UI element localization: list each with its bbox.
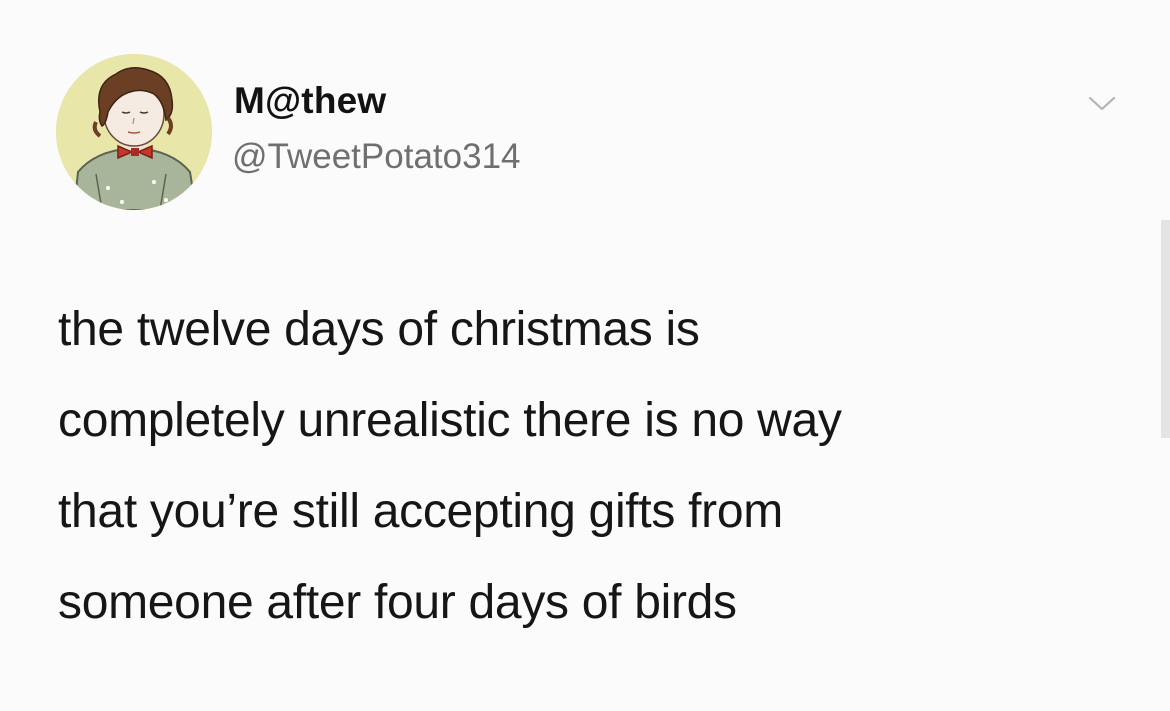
tweet-card: M@thew @TweetPotato314 the twelve days o… — [0, 0, 1170, 711]
tweet-text-line: the twelve days of christmas is — [58, 303, 700, 356]
author-display-name[interactable]: M@thew — [234, 80, 386, 122]
chevron-down-icon[interactable] — [1084, 92, 1120, 116]
tweet-text-line: completely unrealistic there is no way — [58, 394, 842, 447]
author-handle[interactable]: @TweetPotato314 — [232, 137, 521, 177]
tweet-text-line: that you’re still accepting gifts from — [58, 485, 783, 538]
avatar-illustration — [56, 54, 212, 210]
edge-divider — [1161, 220, 1170, 438]
tweet-text-line: someone after four days of birds — [58, 576, 737, 629]
tweet-text: the twelve days of christmas is complete… — [58, 284, 1098, 648]
avatar[interactable] — [56, 54, 212, 210]
